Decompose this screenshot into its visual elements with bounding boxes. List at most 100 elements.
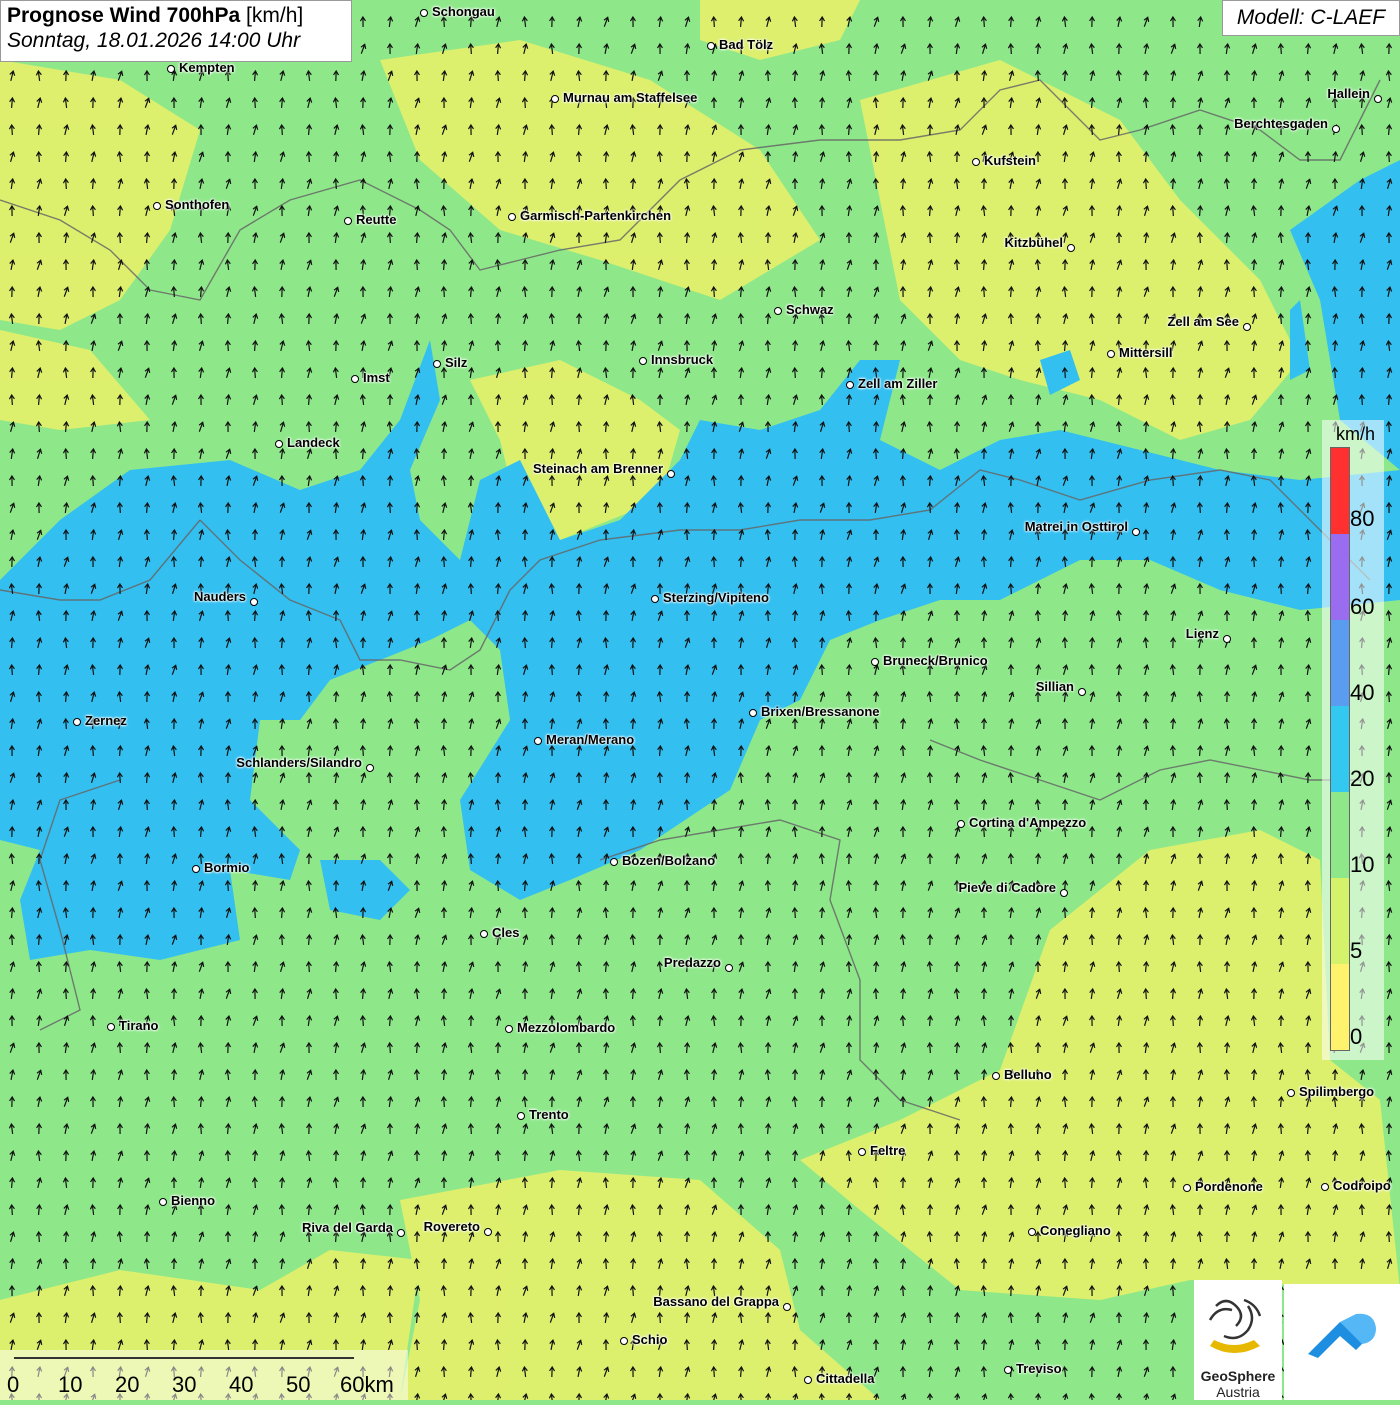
city-label: Reutte xyxy=(356,212,397,227)
city-label: Steinach am Brenner xyxy=(532,461,663,476)
city-marker-icon xyxy=(1321,1183,1329,1191)
city-marker-icon xyxy=(397,1229,405,1237)
city-label: Garmisch-Partenkirchen xyxy=(520,208,672,223)
city-marker-icon xyxy=(1107,350,1115,358)
legend-label-10: 10 xyxy=(1350,852,1375,877)
city-label: Lienz xyxy=(1185,626,1219,641)
city-label: Zernez xyxy=(85,713,127,728)
map-title: Prognose Wind 700hPa [km/h] xyxy=(7,4,345,28)
city-marker-icon xyxy=(774,307,782,315)
legend-colorbar xyxy=(1330,447,1350,1051)
scalebar-label: 50 xyxy=(286,1372,311,1397)
city-marker-icon xyxy=(871,658,879,666)
city-label: Bienno xyxy=(171,1193,216,1208)
city-marker-icon xyxy=(433,360,441,368)
city-marker-icon xyxy=(250,598,258,606)
city-label: Sonthofen xyxy=(165,197,230,212)
city-marker-icon xyxy=(725,964,733,972)
app-mountain-icon xyxy=(1308,1313,1376,1358)
city-label: Kufstein xyxy=(984,153,1036,168)
scalebar-label: 20 xyxy=(115,1372,140,1397)
city-marker-icon xyxy=(366,764,374,772)
city-label: Spilimbergo xyxy=(1299,1084,1375,1099)
city-label: Codroipo xyxy=(1333,1178,1391,1193)
city-label: Zell am See xyxy=(1167,314,1239,329)
city-marker-icon xyxy=(651,595,659,603)
city-marker-icon xyxy=(1004,1366,1012,1374)
city-marker-icon xyxy=(275,440,283,448)
model-label: Modell: C-LAEF xyxy=(1222,0,1400,36)
city-marker-icon xyxy=(107,1023,115,1031)
city-marker-icon xyxy=(610,858,618,866)
forecast-datetime: Sonntag, 18.01.2026 14:00 Uhr xyxy=(7,29,301,52)
city-label: Sterzing/Vipiteno xyxy=(663,590,769,605)
city-marker-icon xyxy=(804,1376,812,1384)
city-label: Bad Tölz xyxy=(719,37,774,52)
city-marker-icon xyxy=(344,217,352,225)
city-label: Kitzbühel xyxy=(1004,235,1064,250)
city-label: Hallein xyxy=(1327,86,1370,101)
city-marker-icon xyxy=(749,709,757,717)
city-label: Pieve di Cadore xyxy=(958,880,1056,895)
city-label: Mezzolombardo xyxy=(517,1020,616,1035)
city-marker-icon xyxy=(505,1025,513,1033)
map-title-unit: [km/h] xyxy=(246,4,304,27)
city-label: Bormio xyxy=(204,860,250,875)
city-marker-icon xyxy=(420,9,428,17)
city-marker-icon xyxy=(1132,528,1140,536)
logo-sub: Austria xyxy=(1216,1384,1260,1400)
city-marker-icon xyxy=(858,1148,866,1156)
city-marker-icon xyxy=(192,865,200,873)
city-marker-icon xyxy=(1287,1089,1295,1097)
scalebar-label: 10 xyxy=(58,1372,83,1397)
scalebar-label: 40 xyxy=(229,1372,254,1397)
city-marker-icon xyxy=(484,1228,492,1236)
city-label: Innsbruck xyxy=(651,352,714,367)
legend-seg-green xyxy=(1331,792,1349,878)
city-label: Sillian xyxy=(1035,679,1074,694)
legend-label-20: 20 xyxy=(1350,766,1375,791)
city-marker-icon xyxy=(707,42,715,50)
legend-label-40: 40 xyxy=(1350,680,1375,705)
legend-seg-yellow xyxy=(1331,964,1349,1050)
city-marker-icon xyxy=(992,1072,1000,1080)
city-marker-icon xyxy=(1060,889,1068,897)
city-label: Treviso xyxy=(1016,1361,1062,1376)
city-marker-icon xyxy=(667,470,675,478)
city-marker-icon xyxy=(159,1198,167,1206)
legend-seg-red xyxy=(1331,448,1349,534)
title-box: Prognose Wind 700hPa [km/h] Sonntag, 18.… xyxy=(0,0,352,62)
city-label: Landeck xyxy=(287,435,340,450)
city-label: Bozen/Bolzano xyxy=(622,853,716,868)
legend-seg-blue xyxy=(1331,706,1349,792)
city-marker-icon xyxy=(1374,95,1382,103)
city-label: Cortina d'Ampezzo xyxy=(969,815,1087,830)
city-marker-icon xyxy=(1183,1184,1191,1192)
city-marker-icon xyxy=(1332,125,1340,133)
legend-label-5: 5 xyxy=(1350,938,1363,963)
city-label: Bruneck/Brunico xyxy=(883,653,988,668)
city-label: Imst xyxy=(363,370,390,385)
city-marker-icon xyxy=(1028,1228,1036,1236)
legend-label-80: 80 xyxy=(1350,506,1375,531)
city-label: Schio xyxy=(632,1332,668,1347)
geosphere-logo[interactable]: GeoSphere Austria xyxy=(1194,1280,1282,1400)
city-label: Cles xyxy=(492,925,520,940)
city-label: Feltre xyxy=(870,1143,906,1158)
legend-label-60: 60 xyxy=(1350,594,1375,619)
city-label: Belluno xyxy=(1004,1067,1052,1082)
scalebar-label: 30 xyxy=(172,1372,197,1397)
city-label: Matrei in Osttirol xyxy=(1024,519,1128,534)
city-marker-icon xyxy=(153,202,161,210)
city-label: Conegliano xyxy=(1040,1223,1111,1238)
scalebar-label: 0 xyxy=(7,1372,20,1397)
city-label: Berchtesgaden xyxy=(1234,116,1328,131)
app-logo[interactable] xyxy=(1284,1284,1400,1400)
city-marker-icon xyxy=(351,375,359,383)
city-marker-icon xyxy=(972,158,980,166)
city-label: Rovereto xyxy=(423,1219,480,1234)
city-label: Pordenone xyxy=(1195,1179,1263,1194)
city-label: Trento xyxy=(529,1107,569,1122)
city-marker-icon xyxy=(1223,635,1231,643)
city-label: Silz xyxy=(445,355,468,370)
